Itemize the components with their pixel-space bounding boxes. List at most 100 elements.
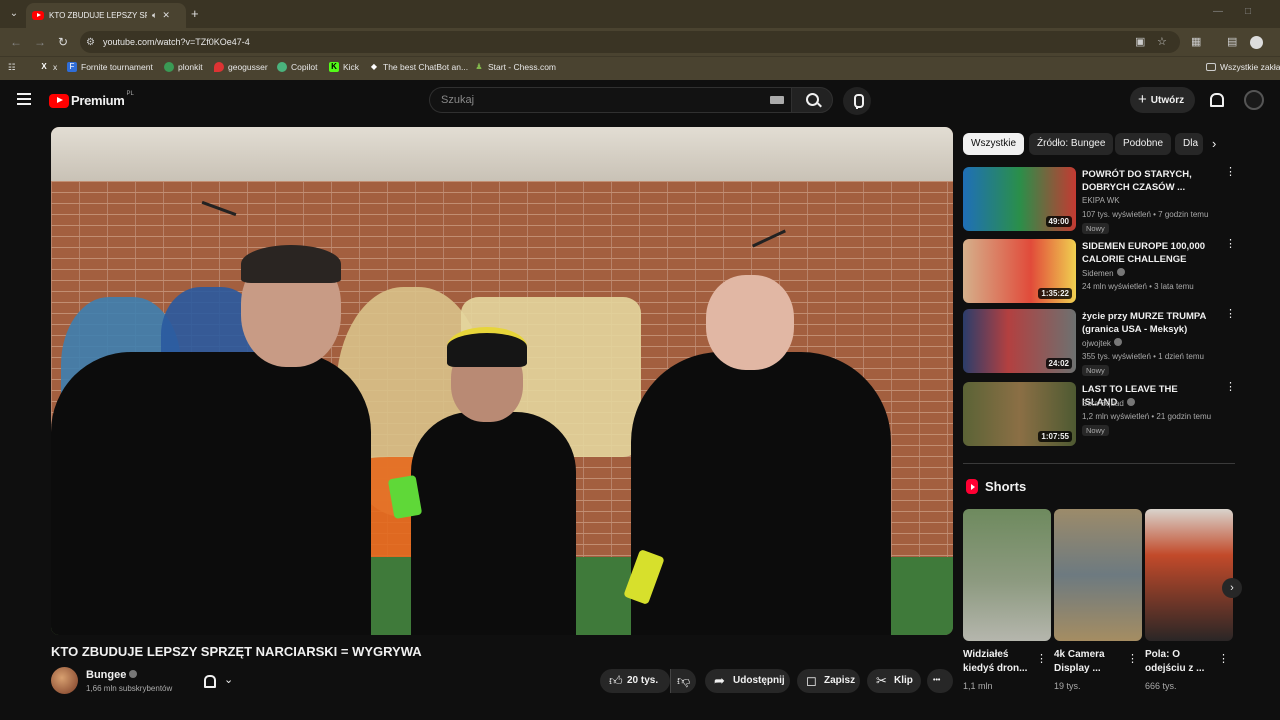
bookmark-item[interactable]: Xx: [39, 62, 57, 72]
all-bookmarks-folder[interactable]: Wszystkie zakład: [1206, 62, 1280, 72]
channel-name[interactable]: Bungee: [86, 669, 138, 681]
bookmark-item[interactable]: ♟ Start - Chess.com: [474, 62, 556, 72]
recommendation-title[interactable]: POWRÓT DO STARYCH, DOBRYCH CZASÓW ...: [1082, 168, 1212, 194]
shorts-heading: Shorts: [985, 479, 1027, 494]
chip-for-you[interactable]: Dla: [1175, 133, 1203, 155]
more-vert-icon[interactable]: ⋮: [1127, 652, 1138, 665]
speaker-icon[interactable]: 🔈︎: [152, 10, 157, 21]
chip-source-channel[interactable]: Źródło: Bungee: [1029, 133, 1114, 155]
video-thumbnail[interactable]: 24:02: [963, 309, 1076, 373]
scissors-icon: ✂︎: [876, 673, 887, 688]
profile-icon[interactable]: [1250, 36, 1263, 49]
bookmark-item[interactable]: K Kick: [329, 62, 359, 72]
duration-badge: 1:35:22: [1038, 288, 1072, 299]
chevron-right-icon[interactable]: ›: [1212, 136, 1216, 151]
short-thumbnail[interactable]: [963, 509, 1051, 641]
menu-icon[interactable]: [17, 93, 31, 105]
thumbs-up-icon: 👍︎: [609, 673, 623, 688]
recommendation-title[interactable]: życie przy MURZE TRUMPA (granica USA - M…: [1082, 310, 1212, 336]
recommendation-item[interactable]: 24:02 życie przy MURZE TRUMPA (granica U…: [963, 309, 1236, 376]
subscriber-count: 1,66 mln subskrybentów: [86, 684, 173, 693]
x-icon: X: [41, 62, 47, 71]
more-vert-icon[interactable]: ⋮: [1218, 652, 1229, 665]
short-views: 1,1 mln: [963, 681, 993, 691]
logo-text: Premium: [71, 93, 125, 108]
more-vert-icon[interactable]: ⋮: [1225, 309, 1236, 320]
youtube-logo[interactable]: Premium PL: [49, 90, 134, 108]
bookmark-star-icon[interactable]: ☆: [1157, 35, 1167, 48]
minimize-icon[interactable]: —: [1213, 6, 1223, 17]
verified-icon: [1126, 398, 1135, 406]
recommendation-item[interactable]: 1:35:22 SIDEMEN EUROPE 100,000 CALORIE C…: [963, 239, 1236, 305]
chevron-right-icon[interactable]: ›: [1222, 578, 1242, 598]
search-button[interactable]: [791, 87, 833, 113]
chip-all[interactable]: Wszystkie: [963, 133, 1024, 155]
keyboard-icon[interactable]: [770, 96, 784, 104]
bookmark-item[interactable]: F Fornite tournament: [67, 62, 153, 72]
channel-avatar[interactable]: [51, 667, 78, 694]
subscription-notifications-button[interactable]: ⌄: [194, 670, 242, 694]
bookmark-item[interactable]: geogusser: [214, 62, 268, 72]
like-button[interactable]: 👍︎ 20 tys.: [600, 669, 670, 693]
create-button[interactable]: + Utwórz: [1130, 87, 1195, 113]
bookmark-item[interactable]: plonkit: [164, 62, 203, 72]
clip-button[interactable]: ✂︎ Klip: [867, 669, 921, 693]
chatbot-icon: ◆: [370, 62, 378, 71]
short-title[interactable]: 4k Camera Display ...: [1054, 648, 1130, 676]
tab-search-icon[interactable]: ⌄: [6, 6, 22, 22]
logo-country-code: PL: [126, 90, 134, 97]
short-thumbnail[interactable]: [1145, 509, 1233, 641]
share-button[interactable]: ➦ Udostępnij: [705, 669, 790, 693]
recommendation-item[interactable]: 1:07:55 LAST TO LEAVE THE ISLAND Beta Sq…: [963, 382, 1236, 448]
extensions-icon[interactable]: ▦: [1191, 35, 1201, 48]
forward-icon[interactable]: →: [34, 35, 46, 49]
recommendation-item[interactable]: 49:00 POWRÓT DO STARYCH, DOBRYCH CZASÓW …: [963, 167, 1236, 234]
recommendation-meta: 24 mln wyświetleń • 3 lata temu: [1082, 282, 1194, 291]
chevron-down-icon: ⌄: [224, 674, 234, 686]
tab-close-icon[interactable]: ✕: [162, 10, 170, 21]
back-icon[interactable]: ←: [10, 35, 22, 49]
verified-icon: [1113, 338, 1122, 346]
maximize-icon[interactable]: □: [1245, 6, 1251, 17]
recommendation-channel[interactable]: Beta Squad: [1082, 398, 1135, 408]
reading-list-icon[interactable]: ▤: [1227, 35, 1237, 48]
chip-related[interactable]: Podobne: [1115, 133, 1172, 155]
voice-search-button[interactable]: [843, 87, 871, 115]
video-player[interactable]: [51, 127, 953, 635]
account-avatar[interactable]: [1244, 90, 1264, 110]
short-title[interactable]: Pola: O odejściu z ...: [1145, 648, 1221, 676]
recommendation-title[interactable]: SIDEMEN EUROPE 100,000 CALORIE CHALLENGE: [1082, 240, 1212, 266]
short-thumbnail[interactable]: [1054, 509, 1142, 641]
video-thumbnail[interactable]: 49:00: [963, 167, 1076, 231]
bookmark-item[interactable]: Copilot: [277, 62, 317, 72]
more-vert-icon[interactable]: ⋮: [1225, 167, 1236, 178]
install-app-icon[interactable]: ▣: [1135, 35, 1145, 48]
browser-tab-active[interactable]: KTO ZBUDUJE LEPSZY SPRZĘT 🔈︎ ✕: [26, 3, 186, 28]
recommendation-channel[interactable]: EKIPA WK: [1082, 196, 1120, 205]
more-vert-icon[interactable]: ⋮: [1225, 239, 1236, 250]
dislike-button[interactable]: 👎︎: [670, 669, 696, 693]
more-vert-icon[interactable]: ⋮: [1036, 652, 1047, 665]
browser-tab-strip: ⌄ KTO ZBUDUJE LEPSZY SPRZĘT 🔈︎ ✕ + — □: [0, 0, 1280, 28]
notifications-bell-icon[interactable]: [1208, 92, 1224, 107]
recommendation-channel[interactable]: Sidemen: [1082, 268, 1125, 278]
site-info-icon[interactable]: ⚙: [86, 37, 95, 48]
shorts-icon: [966, 479, 978, 494]
new-tab-button[interactable]: +: [191, 6, 199, 21]
apps-grid-icon[interactable]: ☷: [8, 62, 16, 73]
verified-icon: [129, 670, 138, 678]
video-thumbnail[interactable]: 1:07:55: [963, 382, 1076, 446]
video-thumbnail[interactable]: 1:35:22: [963, 239, 1076, 303]
bookmark-item[interactable]: ◆ The best ChatBot an...: [369, 62, 468, 72]
reload-icon[interactable]: ↻: [58, 35, 68, 49]
address-bar[interactable]: ⚙ youtube.com/watch?v=TZf0KOe47-4: [80, 31, 1180, 53]
recommendation-channel[interactable]: ojwojtek: [1082, 338, 1122, 348]
tab-title: KTO ZBUDUJE LEPSZY SPRZĘT: [49, 11, 147, 20]
more-actions-button[interactable]: •••: [927, 669, 953, 693]
divider: [963, 463, 1235, 464]
short-title[interactable]: Widziałeś kiedyś dron...: [963, 648, 1039, 676]
save-button[interactable]: ◻ Zapisz: [797, 669, 860, 693]
recommendation-meta: 355 tys. wyświetleń • 1 dzień temu: [1082, 352, 1204, 361]
search-input[interactable]: Szukaj: [429, 87, 791, 113]
more-vert-icon[interactable]: ⋮: [1225, 382, 1236, 393]
